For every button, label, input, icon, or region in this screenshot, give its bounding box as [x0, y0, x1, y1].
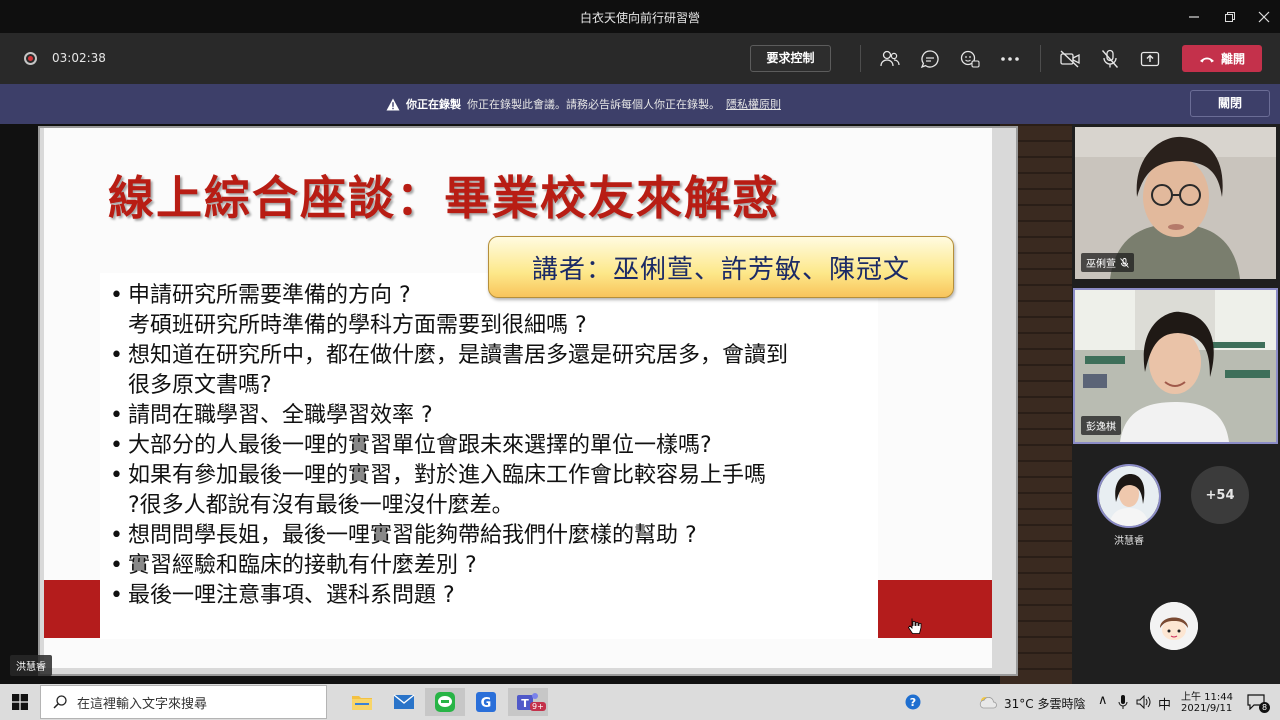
avatar [1099, 466, 1159, 526]
presenter-name-label: 洪慧睿 [10, 655, 52, 676]
slide-bullet-continued: ?很多人都說有沒有最後一哩沒什麼差。 [128, 493, 514, 518]
mail-icon[interactable] [384, 688, 424, 716]
banner-title: 你正在錄製 [406, 98, 461, 111]
svg-text:?: ? [910, 696, 916, 709]
hand-cursor-icon [907, 618, 922, 640]
microphone-tray-icon[interactable] [1114, 688, 1132, 716]
meeting-toolbar: 03:02:38 要求控制 離開 [0, 33, 1280, 84]
ime-indicator[interactable]: 中 [1158, 694, 1171, 713]
chrome-icon[interactable]: G [466, 688, 506, 716]
slide-bullet-list: 申請研究所需要準備的方向 ? 考碩班研究所時準備的學科方面需要到很細嗎 ? 想知… [100, 273, 878, 639]
slide: 線上綜合座談：畢業校友來解惑 申請研究所需要準備的方向 ? 考碩班研究所時準備的… [44, 128, 992, 668]
svg-text:T: T [521, 697, 529, 710]
volume-icon[interactable] [1133, 688, 1155, 716]
slide-bullet: 最後一哩注意事項、選科系問題 ? [108, 581, 878, 611]
leave-label: 離開 [1220, 52, 1245, 66]
windows-taskbar: 在這裡輸入文字來搜尋 G T 9+ ? 31°C 多雲時陰 ∧ 中 上午 11:… [0, 684, 1280, 720]
shared-content-stage: 線上綜合座談：畢業校友來解惑 申請研究所需要準備的方向 ? 考碩班研究所時準備的… [0, 124, 1072, 684]
slide-bullet-continued: 很多原文書嗎? [128, 373, 272, 398]
line-app-icon[interactable] [425, 688, 465, 716]
speaker-names: 講者：巫俐萱、許芳敏、陳冠文 [531, 254, 910, 285]
participant-video-tile[interactable]: 彭逸棋 [1073, 288, 1278, 444]
windows-start-icon[interactable] [0, 688, 40, 716]
participant-avatar[interactable] [1097, 464, 1161, 528]
close-window-icon[interactable] [1246, 0, 1280, 33]
slide-frame: 線上綜合座談：畢業校友來解惑 申請研究所需要準備的方向 ? 考碩班研究所時準備的… [38, 126, 1018, 676]
muted-mic-icon [1120, 257, 1129, 268]
slide-bullet: 實習經驗和臨床的接軌有什麼差別 ? [108, 551, 878, 581]
participant-name: 彭逸棋 [1086, 422, 1116, 433]
slide-bullet: 大部分的人最後一哩的實習單位會跟未來選擇的單位一樣嗎? [108, 431, 878, 461]
minimize-icon[interactable] [1176, 0, 1212, 33]
banner-message: 你正在錄製此會議。請務必告訴每個人你正在錄製。 [467, 98, 720, 111]
participant-video-tile[interactable]: 巫俐萱 [1075, 127, 1276, 279]
svg-text:G: G [481, 696, 492, 711]
clock-date[interactable]: 2021/9/11 [1181, 703, 1232, 714]
recording-icon [24, 52, 37, 65]
slide-bullet: 如果有參加最後一哩的實習，對於進入臨床工作會比較容易上手嗎 [108, 461, 878, 491]
weather-cloud-icon[interactable] [976, 688, 1000, 716]
more-participants-button[interactable]: +54 [1191, 466, 1249, 524]
teams-icon[interactable]: T 9+ [508, 688, 548, 716]
request-control-button[interactable]: 要求控制 [750, 45, 831, 72]
participant-name: 巫俐萱 [1086, 259, 1116, 270]
participant-name: 洪慧睿 [1114, 536, 1144, 547]
tray-chevron-icon[interactable]: ∧ [1098, 693, 1108, 708]
teams-badge: 9+ [530, 702, 546, 711]
self-avatar[interactable] [1150, 602, 1198, 650]
participants-icon[interactable] [878, 47, 902, 71]
notification-count: 8 [1259, 702, 1270, 713]
slide-bullet: 請問在職學習、全職學習效率 ? [108, 401, 878, 431]
slide-title: 線上綜合座談：畢業校友來解惑 [108, 171, 780, 225]
hang-up-icon [1199, 57, 1214, 62]
share-screen-icon[interactable] [1138, 47, 1162, 71]
search-placeholder: 在這裡輸入文字來搜尋 [77, 696, 208, 712]
reactions-icon[interactable] [958, 47, 982, 71]
file-explorer-icon[interactable] [342, 688, 382, 716]
participant-name-tag: 彭逸棋 [1081, 416, 1121, 435]
recording-banner: 你正在錄製 你正在錄製此會議。請務必告訴每個人你正在錄製。 隱私權原則 [0, 84, 1280, 124]
window-title: 白衣天使向前行研習營 [579, 11, 700, 25]
chat-icon[interactable] [918, 47, 942, 71]
mic-off-icon[interactable] [1098, 47, 1122, 71]
slide-bullet-continued: 考碩班研究所時準備的學科方面需要到很細嗎 ? [128, 313, 587, 338]
speaker-box: 講者：巫俐萱、許芳敏、陳冠文 [488, 236, 954, 298]
window-title-bar: 白衣天使向前行研習營 [0, 0, 1280, 33]
clock-time[interactable]: 上午 11:44 [1181, 688, 1233, 703]
restore-icon[interactable] [1212, 0, 1248, 33]
warning-icon [386, 98, 400, 110]
search-icon [53, 695, 67, 709]
toolbar-divider [1040, 45, 1041, 72]
participant-panel: 巫俐萱 彭逸棋 洪慧睿 +54 [1072, 124, 1280, 684]
leave-button[interactable]: 離開 [1182, 45, 1262, 72]
participant-name-tag: 巫俐萱 [1081, 253, 1134, 272]
dismiss-banner-button[interactable]: 關閉 [1190, 90, 1270, 117]
meeting-timer: 03:02:38 [52, 51, 106, 65]
camera-off-icon[interactable] [1058, 47, 1082, 71]
more-actions-icon[interactable] [998, 47, 1022, 71]
taskbar-search-box[interactable]: 在這裡輸入文字來搜尋 [40, 685, 327, 719]
notification-center-icon[interactable]: 8 [1240, 688, 1272, 716]
weather-text[interactable]: 31°C 多雲時陰 [1004, 695, 1085, 712]
help-icon[interactable]: ? [896, 688, 930, 716]
slide-bullet: 想問問學長姐，最後一哩實習能夠帶給我們什麼樣的幫助 ? [108, 521, 878, 551]
toolbar-divider [860, 45, 861, 72]
privacy-policy-link[interactable]: 隱私權原則 [726, 96, 781, 112]
cartoon-avatar-icon [1150, 602, 1198, 650]
slide-bullet: 想知道在研究所中，都在做什麼，是讀書居多還是研究居多，會讀到 [108, 341, 878, 371]
